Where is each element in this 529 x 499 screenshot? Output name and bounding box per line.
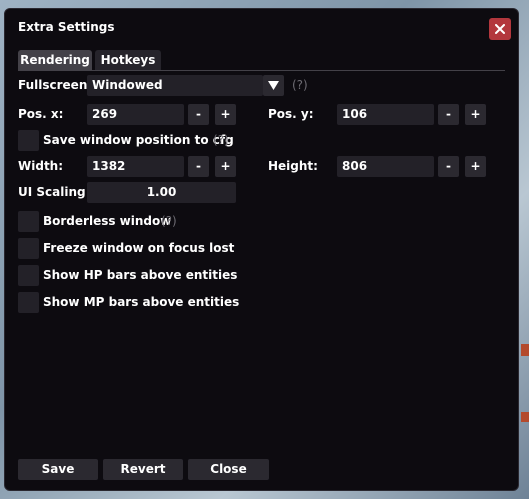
borderless-window-label[interactable]: Borderless window [43, 214, 171, 228]
background-scene-detail [521, 344, 529, 356]
borderless-window-help[interactable]: (?) [161, 214, 177, 228]
save-button[interactable]: Save [18, 459, 98, 480]
width-input[interactable]: 1382 [87, 156, 184, 177]
freeze-window-label[interactable]: Freeze window on focus lost [43, 241, 234, 255]
borderless-window-checkbox[interactable] [18, 211, 39, 232]
ui-scaling-slider[interactable]: 1.00 [87, 182, 236, 203]
show-hp-bars-checkbox[interactable] [18, 265, 39, 286]
pos-y-increment-button[interactable]: + [465, 104, 486, 125]
height-input[interactable]: 806 [337, 156, 434, 177]
close-icon [495, 24, 505, 34]
pos-y-label: Pos. y: [268, 107, 314, 121]
tab-hotkeys[interactable]: Hotkeys [95, 50, 161, 70]
fullscreen-label: Fullscreen: [18, 78, 93, 92]
show-hp-bars-label[interactable]: Show HP bars above entities [43, 268, 237, 282]
freeze-window-checkbox[interactable] [18, 238, 39, 259]
width-increment-button[interactable]: + [215, 156, 236, 177]
extra-settings-window: Extra Settings Rendering Hotkeys Fullscr… [4, 8, 519, 491]
pos-x-label: Pos. x: [18, 107, 64, 121]
revert-button[interactable]: Revert [103, 459, 183, 480]
dropdown-arrow-icon [268, 81, 279, 90]
title-bar[interactable]: Extra Settings [5, 9, 518, 45]
pos-x-decrement-button[interactable]: - [188, 104, 209, 125]
tab-rendering[interactable]: Rendering [18, 50, 92, 70]
pos-y-decrement-button[interactable]: - [438, 104, 459, 125]
show-mp-bars-label[interactable]: Show MP bars above entities [43, 295, 239, 309]
save-position-help[interactable]: (?) [213, 133, 229, 147]
close-window-button[interactable] [489, 18, 511, 40]
tab-divider [18, 70, 505, 71]
pos-x-input[interactable]: 269 [87, 104, 184, 125]
fullscreen-select[interactable]: Windowed [87, 75, 263, 96]
save-position-checkbox[interactable] [18, 130, 39, 151]
background-scene-detail [521, 412, 529, 422]
pos-x-increment-button[interactable]: + [215, 104, 236, 125]
height-label: Height: [268, 159, 318, 173]
save-position-label[interactable]: Save window position to cfg [43, 133, 234, 147]
window-title: Extra Settings [18, 20, 115, 34]
height-increment-button[interactable]: + [465, 156, 486, 177]
height-decrement-button[interactable]: - [438, 156, 459, 177]
width-label: Width: [18, 159, 64, 173]
show-mp-bars-checkbox[interactable] [18, 292, 39, 313]
width-decrement-button[interactable]: - [188, 156, 209, 177]
fullscreen-dropdown-button[interactable] [263, 75, 284, 96]
pos-y-input[interactable]: 106 [337, 104, 434, 125]
fullscreen-help[interactable]: (?) [292, 78, 308, 92]
close-button[interactable]: Close [188, 459, 269, 480]
ui-scaling-label: UI Scaling [18, 185, 86, 199]
